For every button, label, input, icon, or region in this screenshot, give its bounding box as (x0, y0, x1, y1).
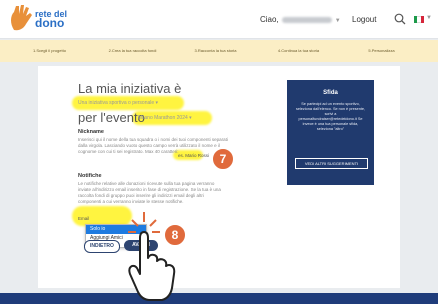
event-select[interactable]: Milano Marathon 2024 ▾ (138, 114, 218, 123)
step-4[interactable]: 4.Continua la tua storia (257, 40, 340, 62)
nickname-label: Nickname (78, 129, 104, 135)
chevron-down-icon: ▾ (155, 100, 159, 106)
notifiche-description: Le notifiche relative alle donazioni ric… (78, 181, 221, 204)
step-3[interactable]: 3.Racconta la tua storia (174, 40, 257, 62)
user-menu[interactable]: Ciao, ▼ (260, 15, 341, 24)
notifiche-select-label: Email (78, 216, 90, 221)
footer-bar (0, 293, 438, 304)
chevron-down-icon: ▾ (189, 115, 192, 121)
logo-hand-icon (11, 5, 32, 31)
notifiche-label: Notifiche (78, 173, 102, 179)
step-2[interactable]: 2.Crea la tua raccolta fondi (91, 40, 174, 62)
rete-del-dono-logo[interactable]: rete del dono (8, 4, 68, 34)
see-more-suggestions-button[interactable]: VEDI ALTRI SUGGERIMENTI (295, 158, 368, 169)
event-select-value: Milano Marathon 2024 (138, 115, 188, 121)
greeting-text: Ciao, (260, 15, 279, 24)
chevron-down-icon: ▼ (334, 18, 341, 24)
initiative-select[interactable]: Una iniziativa sportiva o personale ▾ (78, 99, 188, 108)
step-badge-7: 7 (212, 148, 234, 170)
pointing-hand-cursor-icon (128, 212, 176, 301)
wizard-steps-bar: 1.Scegli il progetto 2.Crea la tua racco… (0, 40, 438, 62)
sfida-text: Se partecipi ad un evento sportivo, sele… (295, 102, 366, 131)
blurred-username (281, 16, 332, 23)
page-title: La mia iniziativa è (78, 81, 182, 96)
sfida-info-panel: Sfida Se partecipi ad un evento sportivo… (287, 80, 374, 185)
nickname-input[interactable]: es. Mario Rossi (178, 153, 209, 158)
back-button[interactable]: INDIETRO (84, 240, 120, 253)
initiative-select-value: Una iniziativa sportiva o personale (78, 100, 155, 106)
sfida-title: Sfida (323, 90, 338, 96)
logout-link[interactable]: Logout (352, 15, 376, 24)
event-label: per l'evento (78, 110, 145, 125)
search-icon[interactable] (394, 13, 406, 25)
form-card: La mia iniziativa è Una iniziativa sport… (38, 66, 400, 288)
logo-text: rete del dono (35, 10, 67, 30)
language-chevron-down-icon[interactable]: ▼ (426, 15, 432, 21)
logo-line2: dono (35, 16, 65, 30)
top-navigation-bar: rete del dono Ciao, ▼ Logout ▼ (0, 0, 438, 39)
step-5[interactable]: 5.Personalizza (340, 40, 423, 62)
step-1[interactable]: 1.Scegli il progetto (8, 40, 91, 62)
italian-flag-icon[interactable] (414, 16, 424, 23)
